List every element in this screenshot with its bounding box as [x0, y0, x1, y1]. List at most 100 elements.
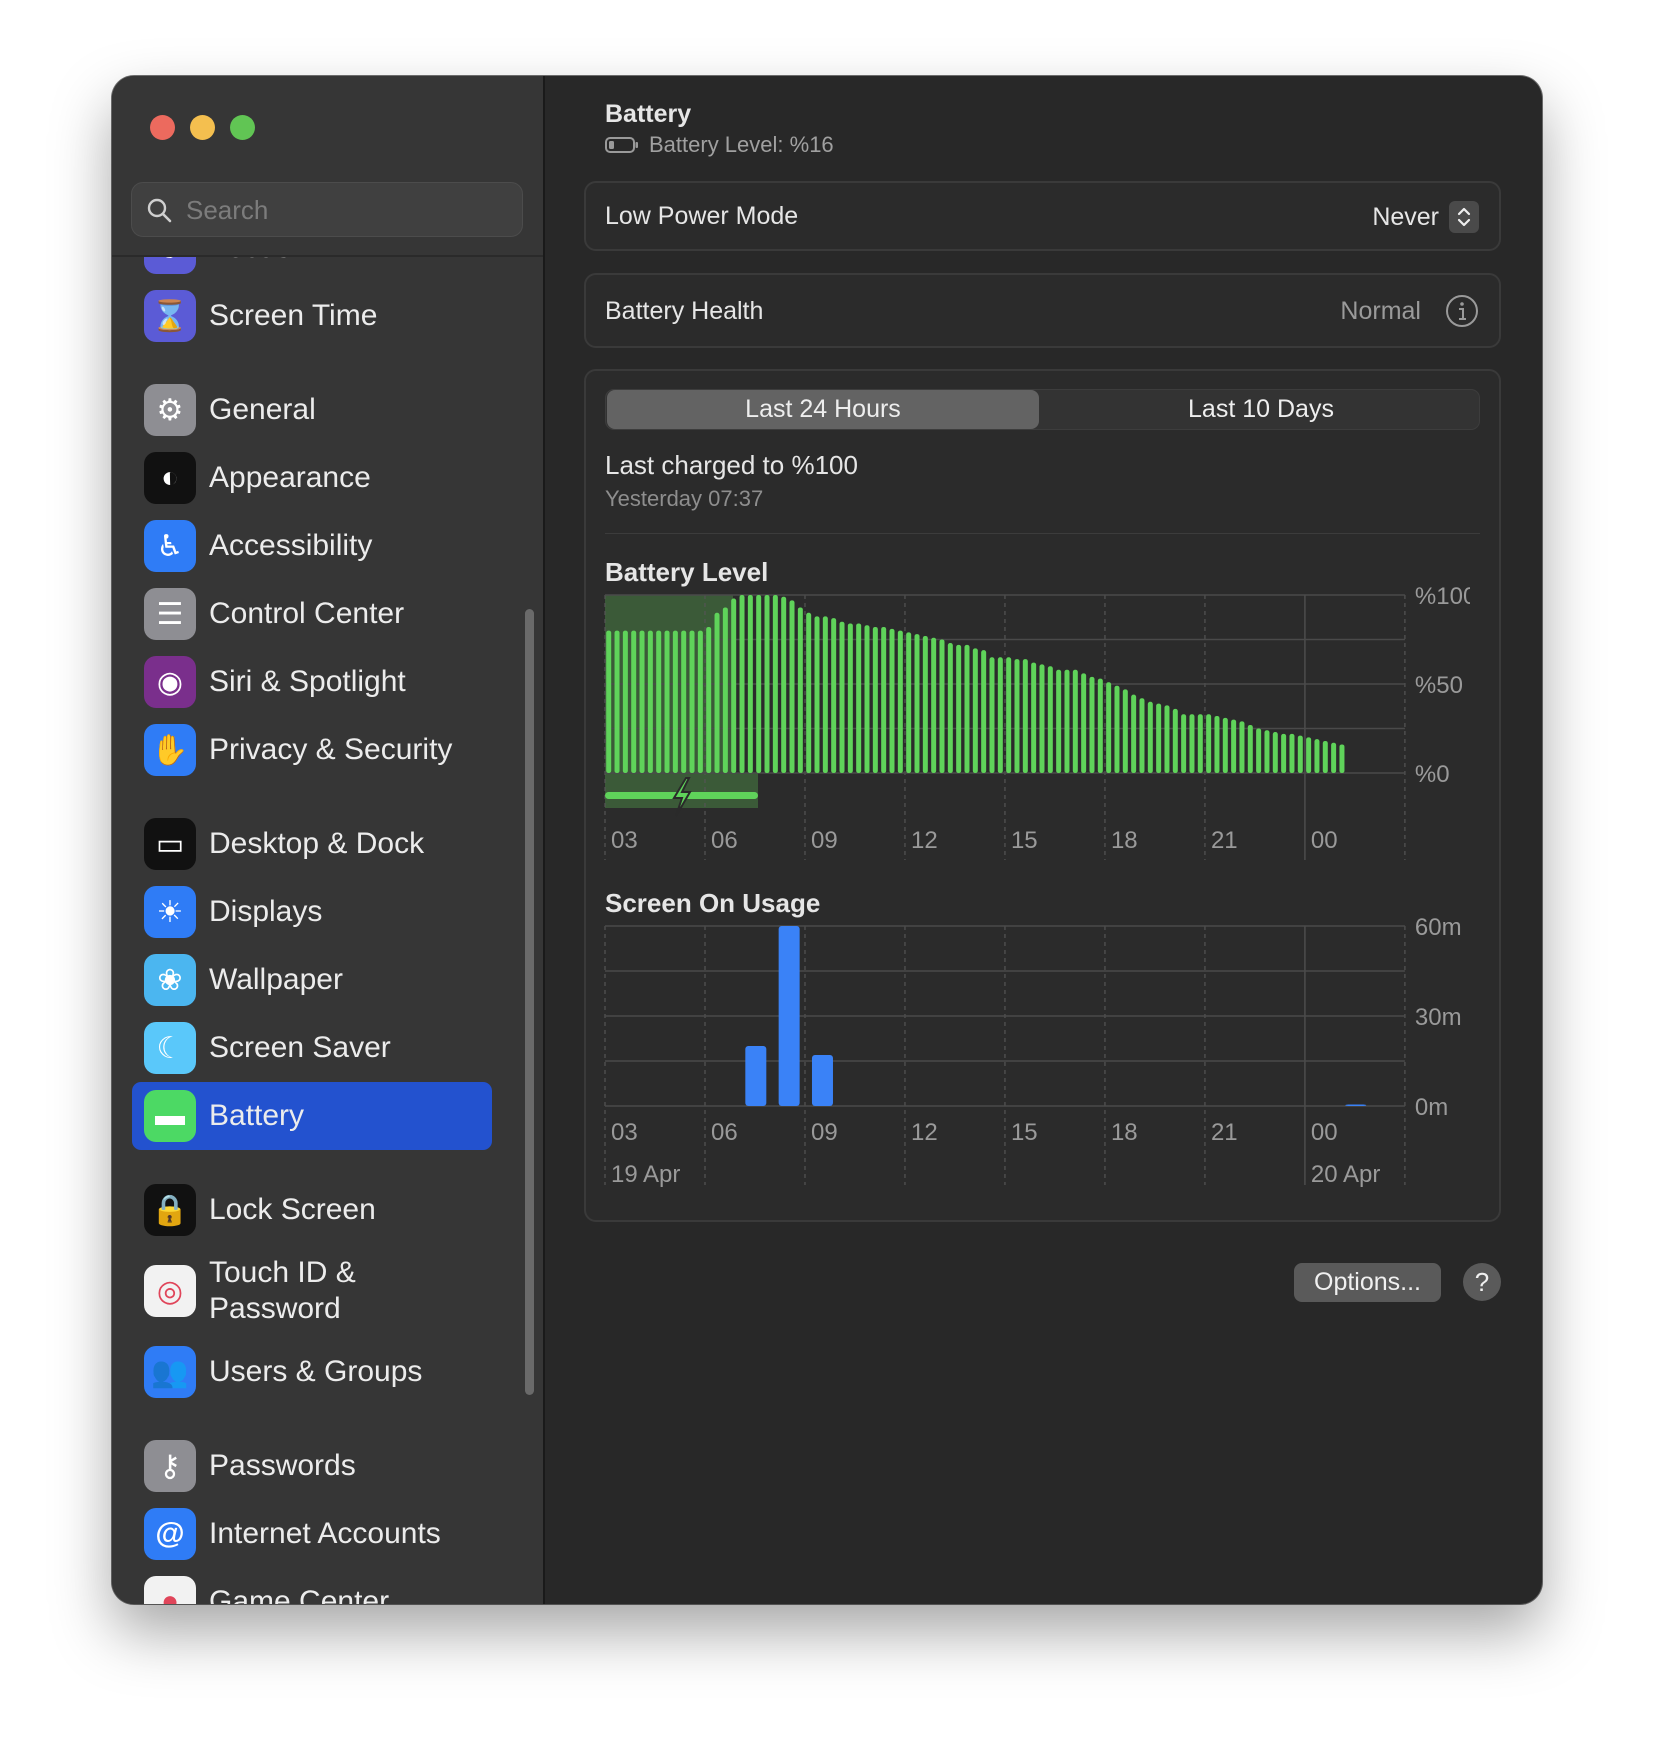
sidebar-item-passwords[interactable]: ⚷ Passwords — [112, 1432, 543, 1500]
info-icon[interactable] — [1445, 294, 1479, 328]
x-tick-label: 15 — [1011, 827, 1038, 854]
battery-bar — [814, 616, 820, 773]
tab-last-10-days[interactable]: Last 10 Days — [1043, 390, 1479, 429]
battery-health-label: Battery Health — [605, 297, 764, 325]
sidebar-item-displays[interactable]: ☀ Displays — [112, 878, 543, 946]
battery-bar — [1339, 744, 1345, 773]
sidebar-item-screen-saver[interactable]: ☾ Screen Saver — [112, 1014, 543, 1082]
sidebar-item-siri-spotlight[interactable]: ◉ Siri & Spotlight — [112, 648, 543, 716]
last-charged-title: Last charged to %100 — [605, 450, 858, 480]
y-tick-label: 60m — [1415, 914, 1462, 941]
battery-bar — [981, 650, 987, 773]
time-range-segmented-control[interactable]: Last 24 Hours Last 10 Days — [605, 389, 1480, 430]
x-tick-label: 12 — [911, 827, 938, 854]
sidebar-item-internet-accounts[interactable]: @ Internet Accounts — [112, 1500, 543, 1568]
battery-bar — [972, 648, 978, 773]
toggles-icon: ☰ — [144, 588, 196, 640]
x-tick-label: 03 — [611, 1119, 638, 1146]
battery-level-text: Battery Level: %16 — [649, 132, 834, 157]
battery-bar — [1331, 742, 1337, 773]
battery-bar — [1081, 673, 1087, 773]
sidebar-item-label: Battery — [209, 1099, 305, 1132]
battery-bar — [1281, 733, 1287, 773]
minimize-button[interactable] — [190, 115, 215, 140]
battery-bar — [689, 630, 695, 773]
x-tick-label: 21 — [1211, 827, 1238, 854]
sidebar-item-control-center[interactable]: ☰ Control Center — [112, 580, 543, 648]
battery-bar — [1089, 676, 1095, 773]
battery-bar — [606, 630, 612, 773]
sidebar-item-appearance[interactable]: ◐ Appearance — [112, 444, 543, 512]
battery-bar — [1314, 739, 1320, 773]
sidebar-item-lock-screen[interactable]: 🔒 Lock Screen — [112, 1176, 543, 1244]
sidebar-item-label: Lock Screen — [209, 1193, 376, 1226]
battery-bar — [681, 630, 687, 773]
battery-bar — [1189, 714, 1195, 773]
battery-health-value: Normal — [1340, 297, 1421, 325]
battery-bar — [822, 616, 828, 773]
x-tick-label: 06 — [711, 1119, 738, 1146]
battery-bar — [889, 628, 895, 773]
battery-bar — [1231, 719, 1237, 773]
battery-bar — [956, 644, 962, 773]
battery-bar — [714, 612, 720, 773]
sidebar-item-focus[interactable]: ☾ Focus — [112, 257, 543, 282]
options-button[interactable]: Options... — [1294, 1263, 1441, 1302]
search-input[interactable] — [184, 183, 508, 238]
battery-bar — [697, 630, 703, 773]
help-button[interactable]: ? — [1463, 1263, 1501, 1301]
sidebar-item-label: Passwords — [209, 1449, 356, 1482]
low-power-mode-select[interactable]: Never — [1372, 201, 1479, 233]
gear-icon: ⚙ — [144, 384, 196, 436]
battery-bar — [1156, 703, 1162, 773]
sidebar-item-label: Screen Time — [209, 299, 378, 332]
battery-bar — [1122, 689, 1128, 773]
sidebar-item-general[interactable]: ⚙ General — [112, 376, 543, 444]
battery-bar — [1114, 685, 1120, 773]
sidebar-item-desktop-dock[interactable]: ▭ Desktop & Dock — [112, 810, 543, 878]
sidebar-item-label: Siri & Spotlight — [209, 665, 406, 698]
battery-bar — [1072, 669, 1078, 773]
chevron-up-down-icon — [1449, 201, 1479, 233]
sidebar-item-wallpaper[interactable]: ❀ Wallpaper — [112, 946, 543, 1014]
battery-bar — [1306, 737, 1312, 773]
last-charged-time: Yesterday 07:37 — [605, 486, 764, 511]
search-field[interactable] — [131, 182, 523, 238]
x-tick-label: 09 — [811, 1119, 838, 1146]
battery-bar — [756, 595, 762, 773]
sidebar-item-privacy-security[interactable]: ✋ Privacy & Security — [112, 716, 543, 784]
battery-bar — [1297, 735, 1303, 773]
sidebar-item-game-center[interactable]: ● Game Center — [112, 1568, 543, 1604]
sidebar-item-label: Desktop & Dock — [209, 827, 425, 860]
battery-bar — [1064, 669, 1070, 773]
battery-bar — [1272, 732, 1278, 773]
date-label: 20 Apr — [1311, 1161, 1380, 1188]
battery-icon — [605, 137, 638, 153]
battery-bar — [1106, 682, 1112, 773]
battery-bar — [672, 630, 678, 773]
battery-bar — [764, 595, 770, 773]
sidebar-item-label: Privacy & Security — [209, 733, 453, 766]
sidebar-item-label: Accessibility — [209, 529, 373, 562]
sidebar-item-screen-time[interactable]: ⌛ Screen Time — [112, 282, 543, 350]
y-tick-label: 30m — [1415, 1004, 1462, 1031]
sidebar-item-users-groups[interactable]: 👥 Users & Groups — [112, 1338, 543, 1406]
date-label: 19 Apr — [611, 1161, 680, 1188]
battery-bar — [1031, 662, 1037, 773]
tab-last-24-hours[interactable]: Last 24 Hours — [607, 390, 1039, 429]
battery-bar — [839, 621, 845, 773]
sidebar-item-battery[interactable]: ▬ Battery — [112, 1082, 543, 1150]
sidebar-list[interactable]: ☾ Focus ⌛ Screen Time ⚙ General ◐ Appearance ♿ Ac… — [112, 257, 543, 1604]
close-button[interactable] — [150, 115, 175, 140]
hand-icon: ✋ — [144, 724, 196, 776]
battery-bar — [1097, 678, 1103, 773]
battery-bar — [1006, 657, 1012, 773]
zoom-button[interactable] — [230, 115, 255, 140]
battery-bar — [1222, 717, 1228, 773]
sidebar-item-touch-id-password[interactable]: ◎ Touch ID & Password — [112, 1244, 543, 1338]
sidebar-item-accessibility[interactable]: ♿ Accessibility — [112, 512, 543, 580]
sidebar-scrollbar[interactable] — [525, 609, 534, 1395]
battery-bar — [1239, 721, 1245, 773]
battery-bar — [722, 607, 728, 773]
search-icon — [147, 198, 172, 223]
